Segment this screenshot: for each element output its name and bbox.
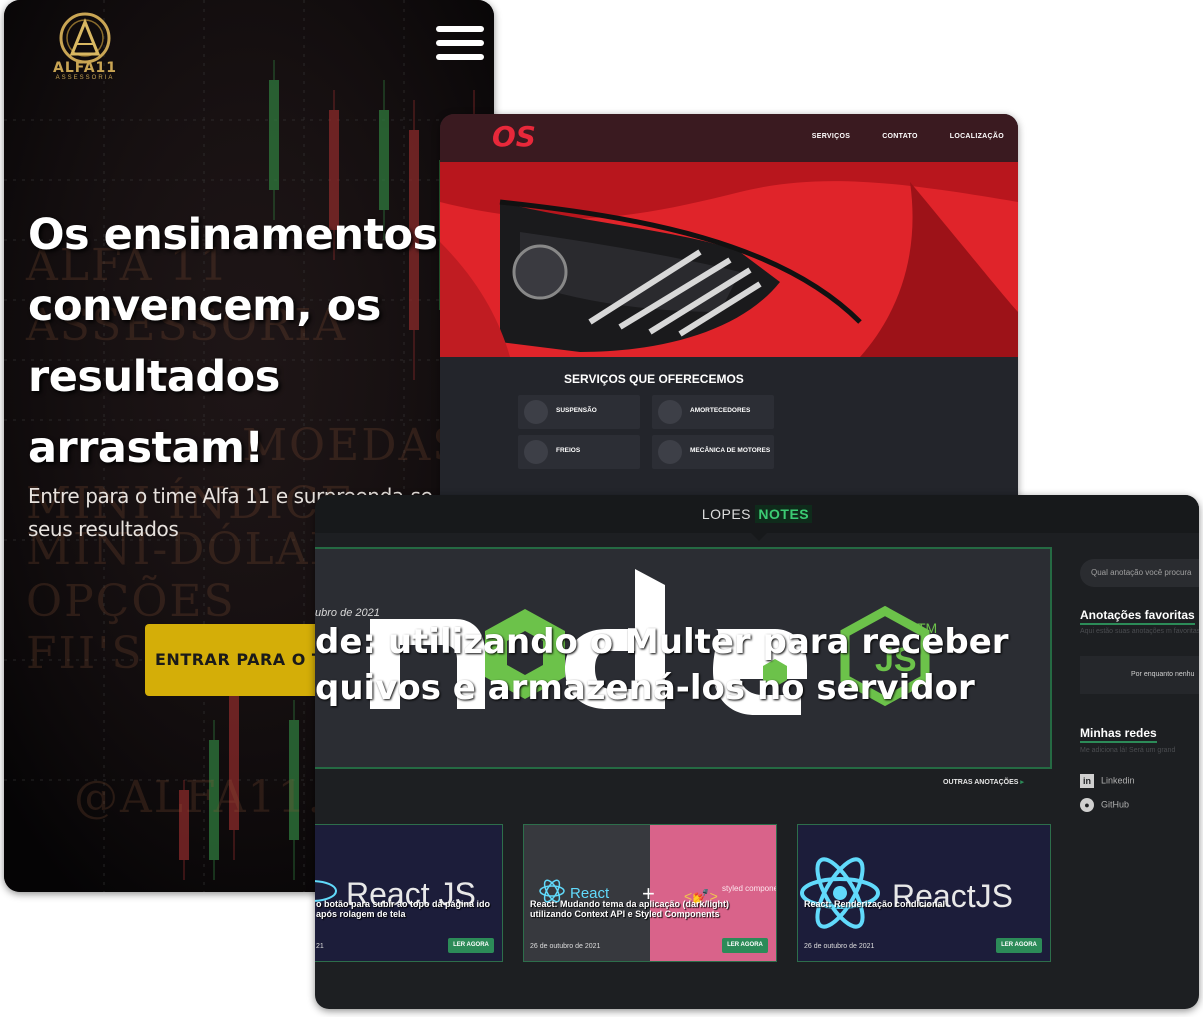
featured-title-line: de: utilizando o Multer para receber bbox=[315, 622, 1009, 662]
note-card-date: 26 de outubro de 2021 bbox=[804, 943, 875, 950]
featured-title-line: quivos e armazená-los no servidor bbox=[315, 668, 975, 708]
service-card-brakes[interactable]: FREIOS bbox=[518, 435, 640, 469]
lopes-notes-screenshot: LOPES NOTES JS TM ubro de 2021 de: utili… bbox=[315, 495, 1199, 1009]
favorites-heading: Anotações favoritas bbox=[1080, 608, 1195, 625]
other-notes-link[interactable]: OUTRAS ANOTAÇÕES ▸ bbox=[943, 778, 1024, 786]
nav-link-location[interactable]: LOCALIZAÇÃO bbox=[950, 133, 1004, 140]
read-now-button[interactable]: LER AGORA bbox=[448, 938, 494, 953]
logo-subtext: ASSESSORIA bbox=[55, 75, 115, 81]
favorites-description: Aqui estão suas anotações m favoritas bbox=[1080, 628, 1199, 635]
featured-note-title[interactable]: de: utilizando o Multer para receber qui… bbox=[315, 619, 1035, 711]
note-card[interactable]: ReactJS React: Renderização condicional … bbox=[797, 824, 1051, 962]
service-card-suspension[interactable]: SUSPENSÃO bbox=[518, 395, 640, 429]
service-label: FREIOS bbox=[556, 447, 581, 454]
note-card[interactable]: React JS o botão para subir ao topo da p… bbox=[315, 824, 503, 962]
nav-link-contact[interactable]: CONTATO bbox=[882, 133, 918, 140]
search-placeholder: Qual anotação você procura bbox=[1091, 568, 1192, 577]
title-part-lopes: LOPES bbox=[701, 506, 752, 522]
note-card[interactable]: React + <💅> styled components React: Mud… bbox=[523, 824, 777, 962]
nav-link-services[interactable]: SERVIÇOS bbox=[812, 133, 850, 140]
red-car-headlight-image bbox=[440, 162, 1018, 357]
linkedin-link[interactable]: in Linkedin bbox=[1080, 774, 1135, 788]
service-card-shock-absorbers[interactable]: AMORTECEDORES bbox=[652, 395, 774, 429]
linkedin-icon: in bbox=[1080, 774, 1094, 788]
engine-icon bbox=[658, 440, 682, 464]
brand-logo[interactable]: OS bbox=[492, 120, 536, 153]
watermark-line: OPÇÕES bbox=[26, 576, 236, 627]
note-card-title: React: Renderização condicional bbox=[804, 899, 946, 909]
chevron-right-icon: ▸ bbox=[1020, 779, 1024, 786]
networks-description: Me adiciona lá! Será um grand bbox=[1080, 747, 1176, 754]
github-link[interactable]: ● GitHub bbox=[1080, 798, 1129, 812]
note-card-date: 21 bbox=[316, 943, 324, 950]
featured-note-card[interactable]: JS TM ubro de 2021 de: utilizando o Mult… bbox=[315, 547, 1052, 769]
suspension-icon bbox=[524, 400, 548, 424]
note-card-date: 26 de outubro de 2021 bbox=[530, 943, 601, 950]
favorites-empty-text: Por enquanto nenhu bbox=[1131, 671, 1195, 678]
card-banner-subtext: styled components bbox=[722, 884, 776, 893]
logo-text: ALFA11 bbox=[52, 60, 118, 76]
service-label: MECÂNICA DE MOTORES bbox=[690, 447, 771, 454]
favorites-empty-box: Por enquanto nenhu bbox=[1080, 656, 1199, 694]
service-card-engine[interactable]: MECÂNICA DE MOTORES bbox=[652, 435, 774, 469]
search-input[interactable]: Qual anotação você procura bbox=[1080, 559, 1199, 587]
other-notes-label: OUTRAS ANOTAÇÕES bbox=[943, 779, 1019, 786]
hamburger-menu-icon[interactable] bbox=[436, 26, 484, 66]
networks-heading: Minhas redes bbox=[1080, 726, 1157, 743]
featured-note-date: ubro de 2021 bbox=[315, 607, 380, 619]
hero-headline: Os ensinamentos convencem, os resultados… bbox=[28, 210, 438, 473]
site-title[interactable]: LOPES NOTES bbox=[315, 505, 1199, 523]
watermark-line: FII'S bbox=[26, 628, 144, 679]
shock-absorber-icon bbox=[658, 400, 682, 424]
link-label: Linkedin bbox=[1101, 775, 1135, 786]
car-service-site-screenshot: OS SERVIÇOS CONTATO LOCALIZAÇÃO SERVIÇOS… bbox=[440, 114, 1018, 514]
service-label: SUSPENSÃO bbox=[556, 407, 597, 414]
services-heading: SERVIÇOS QUE OFERECEMOS bbox=[564, 372, 744, 386]
read-now-button[interactable]: LER AGORA bbox=[996, 938, 1042, 953]
brake-disc-icon bbox=[524, 440, 548, 464]
github-icon: ● bbox=[1080, 798, 1094, 812]
note-card-title: React: Mudando tema da aplicação (dark/l… bbox=[530, 899, 730, 919]
note-card-title: o botão para subir ao topo da página ido… bbox=[316, 899, 491, 919]
link-label: GitHub bbox=[1101, 799, 1130, 810]
service-label: AMORTECEDORES bbox=[690, 407, 751, 414]
top-nav: OS SERVIÇOS CONTATO LOCALIZAÇÃO bbox=[440, 114, 1018, 162]
read-now-button[interactable]: LER AGORA bbox=[722, 938, 768, 953]
caret-down-icon bbox=[751, 533, 767, 541]
title-part-notes: NOTES bbox=[755, 505, 813, 523]
